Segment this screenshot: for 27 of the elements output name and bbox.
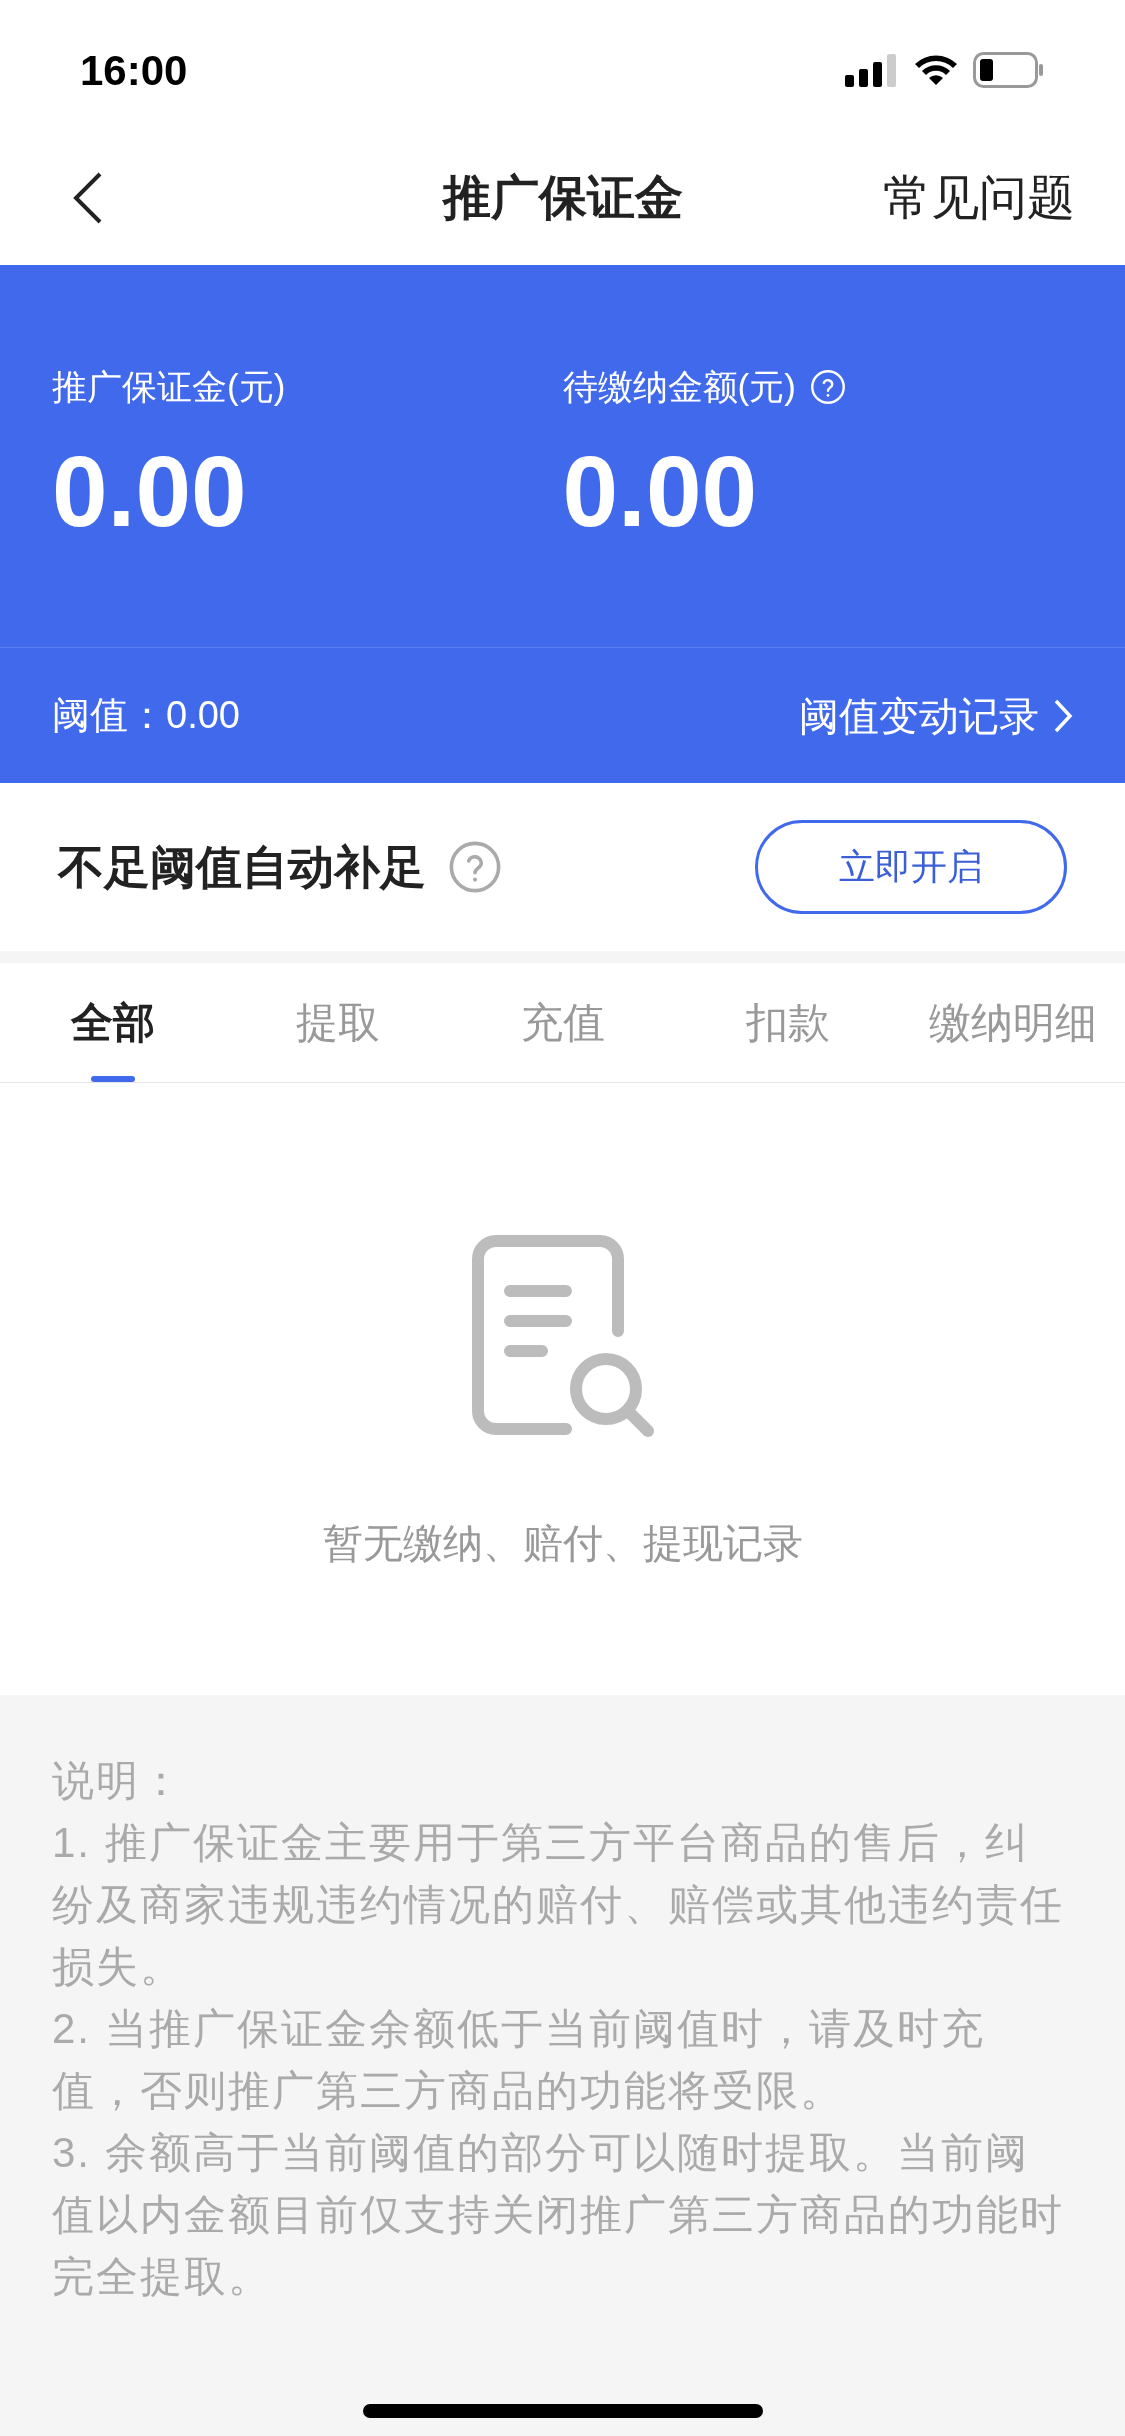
tab[interactable]: 扣款 [675,963,900,1082]
amount-value: 0.00 [562,441,759,541]
chevron-right-icon [1053,697,1073,734]
threshold-history-link[interactable]: 阈值变动记录 [799,685,1073,746]
faq-link[interactable]: 常见问题 [883,161,1075,234]
tab[interactable]: 提取 [225,963,450,1082]
tab[interactable]: 缴纳明细 [900,963,1125,1082]
threshold-value: 0.00 [166,693,240,738]
wifi-icon [913,53,959,87]
status-time: 16:00 [80,45,188,96]
battery-icon [973,52,1045,88]
amount-value: 0.00 [52,441,248,541]
auto-topup-title: 不足阈值自动补足 [58,839,426,895]
note-paragraph: 3. 余额高于当前阈值的部分可以随时提取。当前阈值以内金额目前仅支持关闭推广第三方商品的功能时完全提取。 [52,2128,1065,2302]
tab[interactable]: 充值 [450,963,675,1082]
page-title: 推广保证金 [442,169,683,226]
note-paragraph: 2. 当推广保证金余额低于当前阈值时，请及时充值，否则推广第三方商品的功能将受限。 [52,2004,986,2116]
amount-label: 待缴纳金额(元) [562,365,796,408]
empty-message: 暂无缴纳、赔付、提现记录 [322,1520,803,1567]
threshold-label: 阈值： [52,693,166,738]
tab[interactable]: 全部 [0,963,225,1082]
notes-heading: 说明： [52,1756,185,1806]
enable-now-button[interactable]: 立即开启 [755,820,1067,914]
note-paragraph: 1. 推广保证金主要用于第三方平台商品的售后，纠纷及商家违规违约情况的赔付、赔偿或其他违约责任损失。 [52,1818,1065,1992]
signal-icon [845,53,899,87]
amount-label: 推广保证金(元) [52,365,286,408]
tab-indicator [90,1076,135,1082]
